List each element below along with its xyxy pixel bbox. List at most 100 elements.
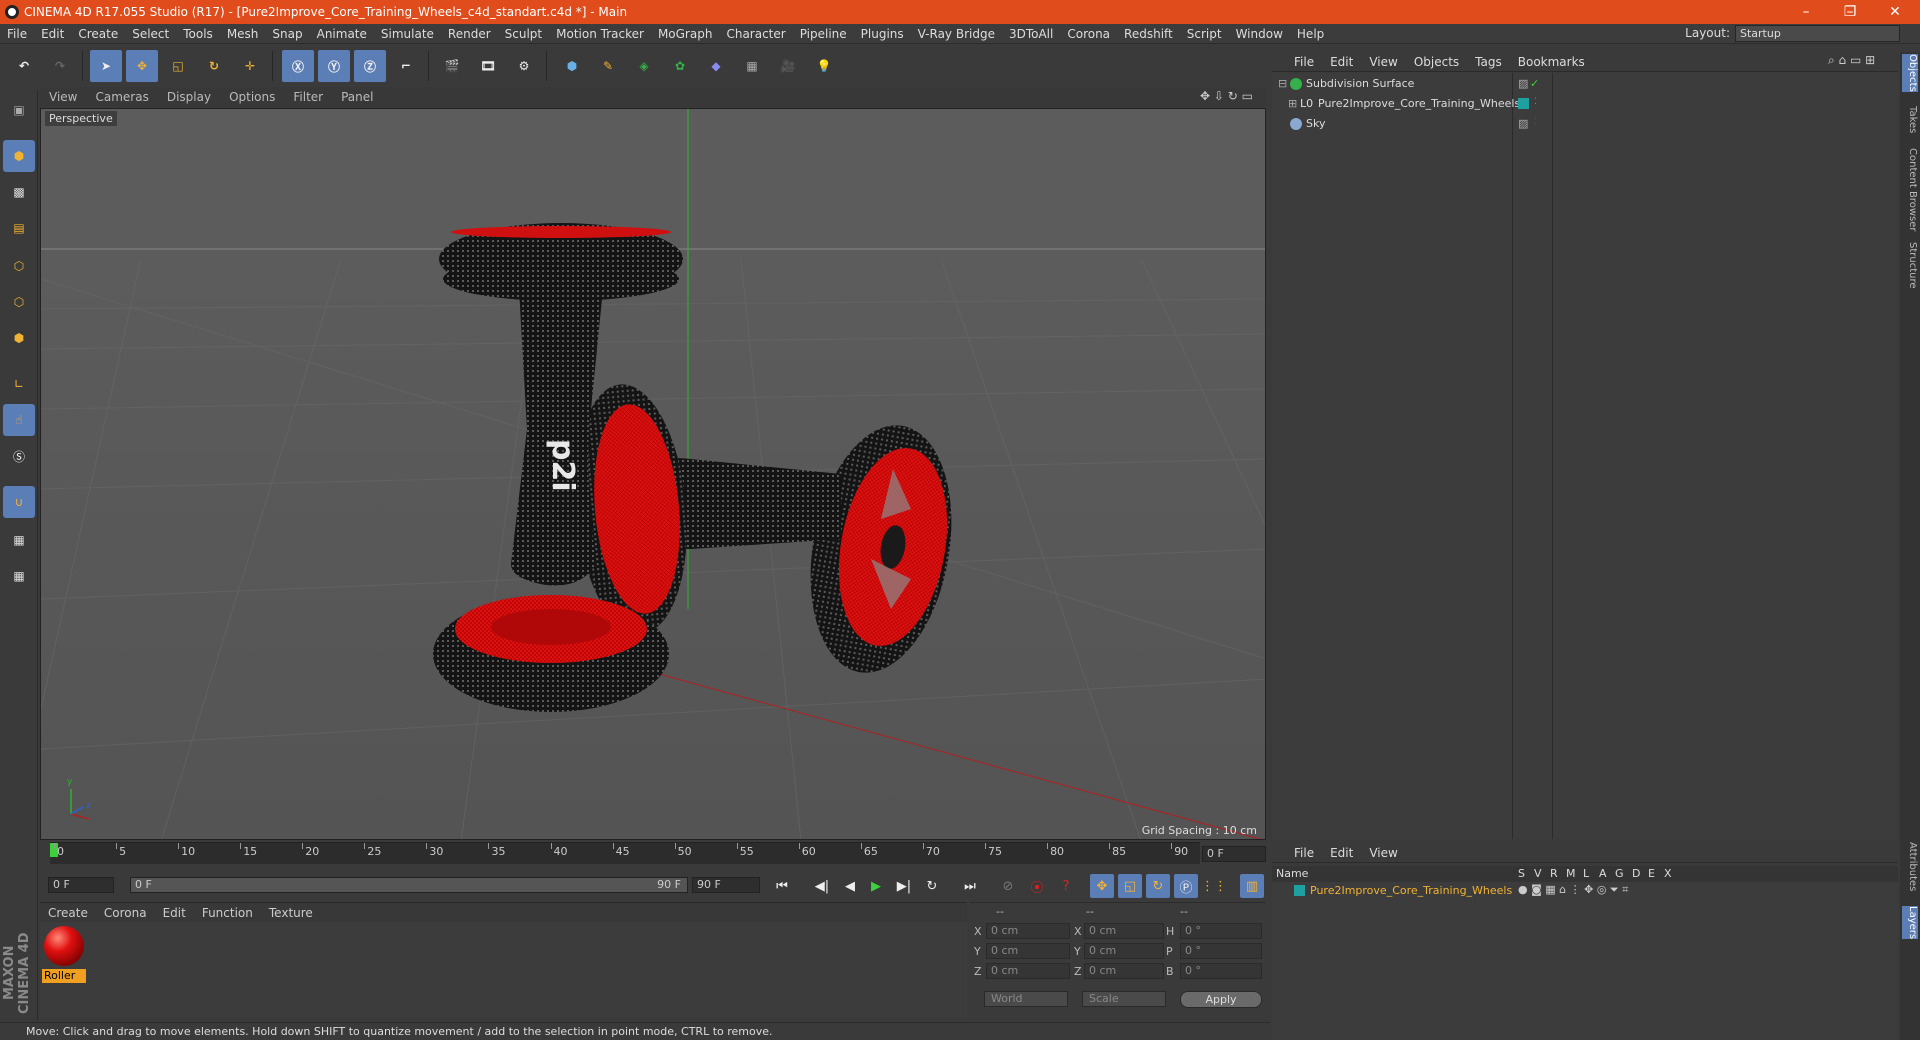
snap-icon[interactable]: Ⓢ xyxy=(3,440,35,472)
tweak-mode-icon[interactable]: ☝ xyxy=(3,404,35,436)
menu-mesh[interactable]: Mesh xyxy=(220,27,266,41)
tab-attributes[interactable]: Attributes xyxy=(1902,842,1918,891)
viewport-menu-options[interactable]: Options xyxy=(220,90,284,104)
goto-start-icon[interactable]: ⏮ xyxy=(770,874,794,898)
visibility-dots-icon[interactable]: ⁚ xyxy=(1534,117,1537,127)
layer-menu-file[interactable]: File xyxy=(1286,846,1322,860)
menu-file[interactable]: File xyxy=(0,27,34,41)
menu-motion-tracker[interactable]: Motion Tracker xyxy=(549,27,651,41)
y-axis-icon[interactable]: Ⓨ xyxy=(318,50,350,82)
start-frame-field[interactable]: 0 F xyxy=(48,877,114,893)
scale-tool-icon[interactable]: ◱ xyxy=(162,50,194,82)
menu-render[interactable]: Render xyxy=(441,27,498,41)
current-frame-field[interactable]: 0 F xyxy=(1202,846,1266,862)
menu-sculpt[interactable]: Sculpt xyxy=(498,27,549,41)
pen-spline-icon[interactable]: ✎ xyxy=(592,50,624,82)
material-menu-function[interactable]: Function xyxy=(194,906,261,920)
light-icon[interactable]: 💡 xyxy=(808,50,840,82)
x-axis-icon[interactable]: Ⓧ xyxy=(282,50,314,82)
key-scale-icon[interactable]: ◱ xyxy=(1118,874,1142,898)
axis-mode-icon[interactable]: ∟ xyxy=(3,368,35,400)
subdivision-surface-icon[interactable]: ◈ xyxy=(628,50,660,82)
render-picture-viewer-icon[interactable]: 🎞 xyxy=(472,50,504,82)
rotation-b-field[interactable]: 0 ° xyxy=(1180,963,1262,979)
position-z-field[interactable]: 0 cm xyxy=(986,963,1070,979)
menu-vray-bridge[interactable]: V-Ray Bridge xyxy=(911,27,1002,41)
object-menu-bookmarks[interactable]: Bookmarks xyxy=(1510,55,1593,69)
render-settings-icon[interactable]: ⚙ xyxy=(508,50,540,82)
object-menu-view[interactable]: View xyxy=(1361,55,1405,69)
material-preview-roller[interactable] xyxy=(44,926,84,966)
maximize-button[interactable]: ❐ xyxy=(1827,0,1873,24)
menu-tools[interactable]: Tools xyxy=(176,27,220,41)
minimize-button[interactable]: – xyxy=(1783,0,1829,24)
cube-icon[interactable]: ⬢ xyxy=(556,50,588,82)
close-button[interactable]: ✕ xyxy=(1872,0,1918,24)
goto-end-icon[interactable]: ⏭ xyxy=(958,874,982,898)
object-menu-objects[interactable]: Objects xyxy=(1406,55,1467,69)
layout-select[interactable]: Startup xyxy=(1735,25,1900,42)
coordinate-mode-select[interactable]: World xyxy=(984,991,1068,1007)
previous-frame-icon[interactable]: ◀ xyxy=(838,874,862,898)
viewport-menu-cameras[interactable]: Cameras xyxy=(86,90,157,104)
key-position-icon[interactable]: ✥ xyxy=(1090,874,1114,898)
floor-icon[interactable]: ▦ xyxy=(736,50,768,82)
texture-mode-icon[interactable]: ▩ xyxy=(3,176,35,208)
object-row-sky[interactable]: Sky ▨ ⁚ xyxy=(1272,115,1898,133)
planar-workplane-icon[interactable]: ▦ xyxy=(3,560,35,592)
position-x-field[interactable]: 0 cm xyxy=(986,923,1070,939)
coordinate-system-icon[interactable]: ⌐ xyxy=(390,50,422,82)
viewport-menu-filter[interactable]: Filter xyxy=(284,90,332,104)
material-menu-texture[interactable]: Texture xyxy=(261,906,321,920)
object-menu-tags[interactable]: Tags xyxy=(1467,55,1510,69)
autokey-icon[interactable]: ⦿ xyxy=(1025,874,1049,898)
lock-workplane-icon[interactable]: ▦ xyxy=(3,524,35,556)
menu-mograph[interactable]: MoGraph xyxy=(651,27,720,41)
menu-edit[interactable]: Edit xyxy=(34,27,71,41)
record-keys-icon[interactable]: ⊘ xyxy=(996,874,1020,898)
layer-menu-edit[interactable]: Edit xyxy=(1322,846,1361,860)
menu-create[interactable]: Create xyxy=(71,27,125,41)
layer-flag-icons[interactable]: ● ◙ ▦ ⌂ ⋮ ✥ ◎ ⏷ ⌗ xyxy=(1518,883,1628,897)
menu-plugins[interactable]: Plugins xyxy=(854,27,911,41)
menu-corona[interactable]: Corona xyxy=(1060,27,1117,41)
workplane-mode-icon[interactable]: ▤ xyxy=(3,212,35,244)
magnet-icon[interactable]: ∪ xyxy=(3,486,35,518)
menu-animate[interactable]: Animate xyxy=(310,27,374,41)
menu-pipeline[interactable]: Pipeline xyxy=(793,27,854,41)
menu-character[interactable]: Character xyxy=(719,27,792,41)
previous-key-icon[interactable]: ◀︎| xyxy=(810,874,834,898)
object-menu-edit[interactable]: Edit xyxy=(1322,55,1361,69)
position-y-field[interactable]: 0 cm xyxy=(986,943,1070,959)
menu-select[interactable]: Select xyxy=(125,27,176,41)
material-menu-corona[interactable]: Corona xyxy=(96,906,155,920)
layer-visibility-icon[interactable]: ▨ xyxy=(1518,117,1528,130)
keyframe-selection-icon[interactable]: ? xyxy=(1054,874,1078,898)
layer-row[interactable]: Pure2Improve_Core_Training_Wheels ● ◙ ▦ … xyxy=(1272,882,1898,899)
layer-menu-view[interactable]: View xyxy=(1361,846,1405,860)
viewport-nav-icons[interactable]: ✥ ⇩ ↻ ▭ xyxy=(1200,89,1253,103)
material-menu-edit[interactable]: Edit xyxy=(155,906,194,920)
key-pla-icon[interactable]: ⋮⋮ xyxy=(1201,874,1227,898)
make-editable-icon[interactable]: ▣ xyxy=(3,94,35,126)
material-name-roller[interactable]: Roller xyxy=(42,969,86,983)
render-view-icon[interactable]: 🎬 xyxy=(436,50,468,82)
rotate-tool-icon[interactable]: ↻ xyxy=(198,50,230,82)
tab-structure[interactable]: Structure xyxy=(1902,242,1918,289)
frame-range-slider[interactable]: 0 F 90 F xyxy=(130,877,688,893)
tab-takes[interactable]: Takes xyxy=(1902,106,1918,133)
edges-mode-icon[interactable]: ⬡ xyxy=(3,286,35,318)
mograph-cloner-icon[interactable]: ✿ xyxy=(664,50,696,82)
end-frame-field[interactable]: 90 F xyxy=(692,877,760,893)
menu-simulate[interactable]: Simulate xyxy=(374,27,441,41)
tab-layers[interactable]: Layers xyxy=(1902,906,1918,940)
size-x-field[interactable]: 0 cm xyxy=(1084,923,1164,939)
menu-script[interactable]: Script xyxy=(1180,27,1229,41)
visibility-dots-icon[interactable]: ⁚ xyxy=(1534,97,1537,107)
object-menu-file[interactable]: File xyxy=(1286,55,1322,69)
deformer-icon[interactable]: ◆ xyxy=(700,50,732,82)
layer-name[interactable]: Pure2Improve_Core_Training_Wheels xyxy=(1310,884,1512,897)
object-row-subdivision-surface[interactable]: ⊟ Subdivision Surface ▨ ✓ xyxy=(1272,75,1898,93)
timeline-window-icon[interactable]: ▥ xyxy=(1240,874,1264,898)
key-parameter-icon[interactable]: Ⓟ xyxy=(1174,874,1198,898)
